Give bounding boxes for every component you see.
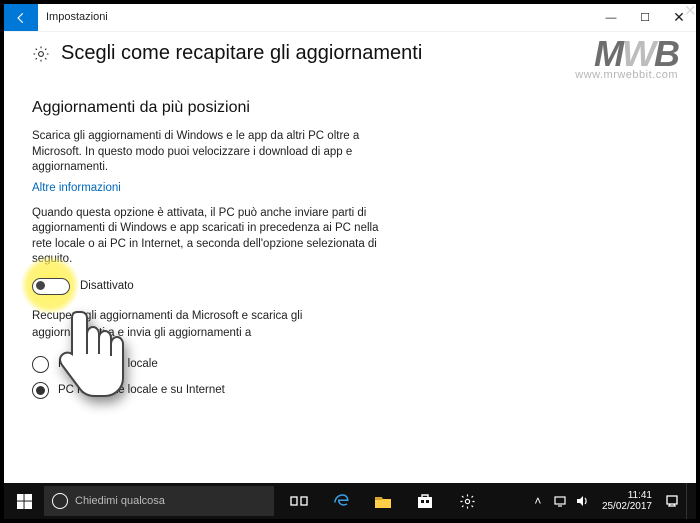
network-icon[interactable] (552, 493, 568, 509)
radio-option-internet[interactable]: PC nella rete locale e su Internet (32, 382, 668, 399)
window-controls: — ☐ ✕ (594, 4, 696, 31)
task-view-button[interactable] (278, 483, 320, 519)
maximize-button[interactable]: ☐ (628, 4, 662, 31)
clock-time: 11:41 (602, 490, 652, 501)
action-center-icon[interactable] (664, 493, 680, 509)
back-button[interactable] (4, 4, 38, 31)
page-title: Scegli come recapitare gli aggiornamenti (61, 42, 422, 65)
store-button[interactable] (404, 483, 446, 519)
clock-date: 25/02/2017 (602, 501, 652, 512)
section-heading: Aggiornamenti da più posizioni (32, 99, 668, 117)
toggle-label: Disattivato (80, 280, 134, 292)
lightbox-close-button[interactable]: × (684, 0, 696, 23)
below-toggle-a: Recupera gli aggiornamenti da Microsoft … (32, 309, 392, 325)
watermark-url: www.mrwebbit.com (575, 69, 678, 81)
content-area: MWB www.mrwebbit.com Scegli come recapit… (4, 32, 696, 483)
toggle-row: Disattivato (32, 278, 668, 295)
volume-icon[interactable] (574, 493, 590, 509)
show-desktop-button[interactable] (686, 483, 692, 519)
radio-icon (32, 356, 49, 373)
settings-window: Impostazioni — ☐ ✕ MWB www.mrwebbit.com … (4, 4, 696, 519)
intro-text: Scarica gli aggiornamenti di Windows e l… (32, 129, 392, 176)
radio-option-local[interactable]: PC nella rete locale (32, 356, 668, 373)
radio-label: PC nella rete locale e su Internet (58, 384, 225, 396)
window-title: Impostazioni (38, 4, 116, 31)
system-tray: ˄ 11:41 25/02/2017 (530, 483, 696, 519)
windows-icon (17, 494, 32, 509)
taskbar: Chiedimi qualcosa ˄ (4, 483, 696, 519)
cortana-icon (52, 493, 68, 509)
start-button[interactable] (4, 483, 44, 519)
tray-chevron-icon[interactable]: ˄ (530, 493, 546, 509)
search-placeholder: Chiedimi qualcosa (75, 495, 165, 507)
taskbar-search[interactable]: Chiedimi qualcosa (44, 486, 274, 516)
radio-label: PC nella rete locale (58, 358, 158, 370)
titlebar: Impostazioni — ☐ ✕ (4, 4, 696, 32)
gear-icon (32, 45, 50, 63)
below-toggle-b: aggiornamenti a e invia gli aggiornament… (32, 326, 392, 342)
edge-button[interactable] (320, 483, 362, 519)
explanation-text: Quando questa opzione è attivata, il PC … (32, 206, 392, 268)
taskbar-clock[interactable]: 11:41 25/02/2017 (596, 490, 658, 512)
toggle-knob (36, 281, 45, 290)
learn-more-link[interactable]: Altre informazioni (32, 182, 121, 194)
explorer-button[interactable] (362, 483, 404, 519)
taskbar-apps (278, 483, 488, 519)
radio-icon (32, 382, 49, 399)
minimize-button[interactable]: — (594, 4, 628, 31)
settings-button[interactable] (446, 483, 488, 519)
delivery-toggle[interactable] (32, 278, 70, 295)
